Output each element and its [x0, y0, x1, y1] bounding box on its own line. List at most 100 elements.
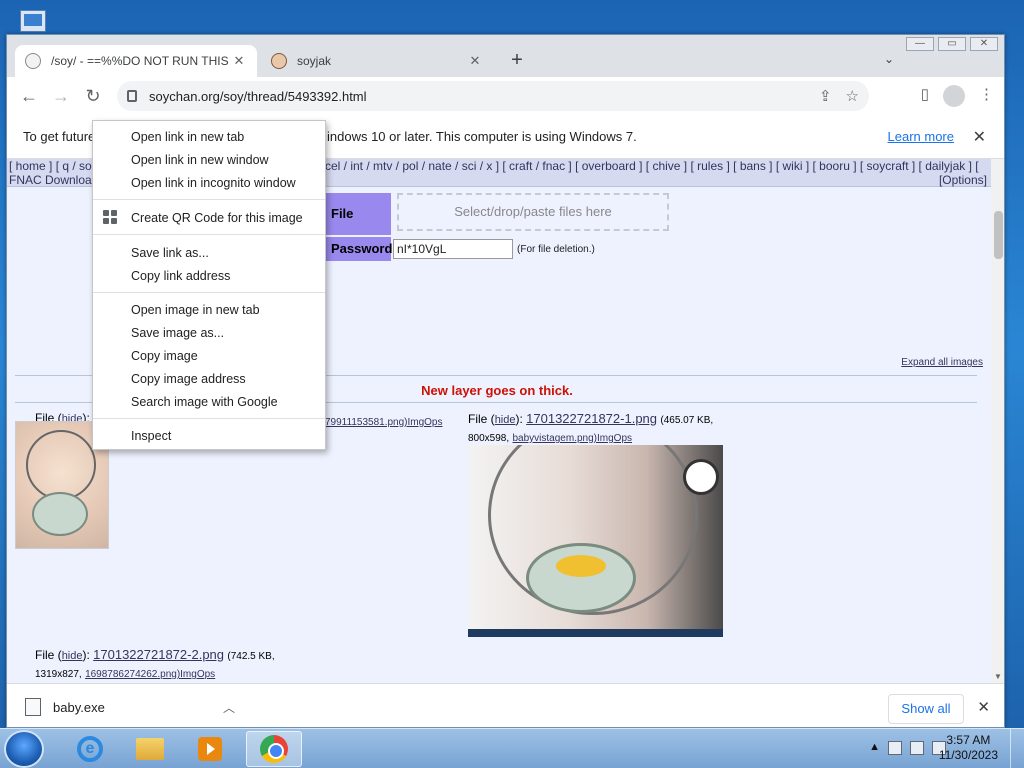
lock-icon[interactable] — [127, 90, 137, 102]
file-label: File — [325, 193, 391, 235]
internet-explorer-taskbar-button[interactable]: e — [62, 731, 118, 767]
new-tab-button[interactable]: + — [505, 49, 529, 73]
menu-open-link-new-window[interactable]: Open link in new window — [131, 150, 269, 170]
close-tab-icon[interactable]: ✕ — [467, 53, 483, 69]
close-infobar-icon[interactable]: ✕ — [973, 127, 986, 147]
menu-save-link-as[interactable]: Save link as... — [131, 243, 209, 263]
reload-icon[interactable]: ↻ — [81, 85, 105, 109]
password-label: Password — [325, 237, 392, 261]
file-name-link[interactable]: 1701322721872-2.png — [93, 647, 224, 662]
media-player-icon — [198, 737, 222, 761]
menu-copy-image[interactable]: Copy image — [131, 346, 198, 366]
tab-soy-thread[interactable]: /soy/ - ==%%DO NOT RUN THIS ✕ — [15, 45, 257, 77]
bookmark-star-icon[interactable]: ☆ — [846, 87, 859, 105]
menu-create-qr-code[interactable]: Create QR Code for this image — [131, 208, 303, 228]
show-desktop-button[interactable] — [1010, 729, 1024, 768]
minimize-button[interactable]: — — [906, 37, 934, 51]
download-item[interactable]: baby.exe ︿ — [17, 690, 247, 724]
infobar-text-left: To get future — [23, 129, 96, 144]
address-bar[interactable]: soychan.org/soy/thread/5493392.html ⇪ ☆ — [117, 81, 869, 111]
original-name-link[interactable]: 1698786274262.png)ImgOps — [85, 669, 215, 680]
url-text[interactable]: soychan.org/soy/thread/5493392.html — [149, 89, 367, 104]
menu-open-link-incognito[interactable]: Open link in incognito window — [131, 173, 296, 193]
file-prefix: File — [468, 412, 488, 426]
file-dropzone[interactable]: Select/drop/paste files here — [397, 193, 669, 231]
pacifier-drawing — [32, 492, 88, 536]
clock-date: 11/30/2023 — [938, 748, 998, 762]
infobar-text-right: indows 10 or later. This computer is usi… — [327, 129, 637, 144]
menu-separator — [93, 418, 325, 419]
file-icon — [25, 698, 41, 716]
page-scrollbar[interactable]: ▼ — [991, 159, 1004, 683]
pacifier-top-drawing — [556, 555, 606, 577]
options-link[interactable]: [Options] — [939, 173, 987, 187]
file-dimensions: 800x598, — [468, 433, 510, 444]
menu-separator — [93, 199, 325, 200]
network-icon[interactable] — [910, 741, 924, 755]
menu-open-link-new-tab[interactable]: Open link in new tab — [131, 127, 244, 147]
tab-soyjak[interactable]: soyjak ✕ — [261, 45, 493, 77]
back-arrow-icon[interactable]: ← — [17, 85, 41, 109]
tab-title: /soy/ - ==%%DO NOT RUN THIS — [51, 54, 229, 68]
post-file-info: File (hide): 1701322721872-2.png (742.5 … — [35, 647, 275, 680]
file-size: (742.5 KB, — [227, 651, 275, 662]
close-window-button[interactable]: ✕ — [970, 37, 998, 51]
share-icon[interactable]: ⇪ — [819, 87, 832, 105]
windows-taskbar: e ▲ 3:57 AM 11/30/2023 — [0, 728, 1024, 768]
chrome-icon — [260, 735, 288, 763]
password-hint: (For file deletion.) — [517, 244, 595, 255]
hide-link[interactable]: hide — [62, 650, 83, 662]
side-panel-icon[interactable]: ▯ — [921, 85, 929, 107]
chevron-up-icon[interactable]: ︿ — [223, 699, 235, 716]
hide-link[interactable]: hide — [495, 414, 516, 426]
menu-kebab-icon[interactable]: ⋮ — [979, 85, 994, 107]
pacifier-drawing — [526, 543, 636, 613]
tab-title: soyjak — [297, 54, 332, 68]
file-prefix: File — [35, 648, 55, 662]
learn-more-link[interactable]: Learn more — [888, 129, 954, 144]
explorer-taskbar-button[interactable] — [122, 731, 178, 767]
profile-avatar-icon[interactable] — [943, 85, 965, 107]
boardnav-links-right[interactable]: cel / int / mtv / pol / nate / sci / x ]… — [325, 159, 979, 173]
tab-search-chevron-icon[interactable]: ⌄ — [884, 52, 894, 66]
file-name-link[interactable]: 1701322721872-1.png — [526, 411, 657, 426]
internet-explorer-icon: e — [77, 736, 103, 762]
media-player-taskbar-button[interactable] — [182, 731, 238, 767]
mini-taskbar-drawing — [468, 629, 723, 637]
computer-screen-icon — [24, 14, 42, 26]
menu-search-image-google[interactable]: Search image with Google — [131, 392, 278, 412]
browser-toolbar: ← → ↻ soychan.org/soy/thread/5493392.htm… — [7, 77, 1004, 115]
clock-gadget-icon — [683, 459, 719, 495]
boardnav-links-left[interactable]: [ home ] [ q / soy — [9, 159, 98, 173]
menu-open-image-new-tab[interactable]: Open image in new tab — [131, 300, 260, 320]
original-name-link[interactable]: babyvistagem.png)ImgOps — [513, 433, 633, 444]
window-controls: — ▭ ✕ — [906, 37, 998, 51]
menu-save-image-as[interactable]: Save image as... — [131, 323, 224, 343]
file-dimensions: 1319x827, — [35, 669, 82, 680]
post-image-babyvista[interactable] — [468, 445, 723, 637]
soy-favicon-icon — [25, 53, 41, 69]
chrome-taskbar-button[interactable] — [246, 731, 302, 767]
menu-copy-image-address[interactable]: Copy image address — [131, 369, 246, 389]
imgops-link[interactable]: 79911153581.png)ImgOps — [325, 417, 443, 428]
password-input[interactable]: nI*10VgL — [393, 239, 513, 259]
start-button[interactable] — [4, 730, 44, 768]
download-filename: baby.exe — [53, 699, 105, 715]
show-all-button[interactable]: Show all — [888, 694, 964, 724]
expand-all-images-link[interactable]: Expand all images — [901, 357, 983, 368]
menu-separator — [93, 234, 325, 235]
menu-copy-link-address[interactable]: Copy link address — [131, 266, 230, 286]
close-tab-icon[interactable]: ✕ — [231, 53, 247, 69]
menu-inspect[interactable]: Inspect — [131, 426, 171, 446]
post-file-info: File (hide): 1701322721872-1.png (465.07… — [468, 411, 714, 444]
scrollbar-thumb[interactable] — [994, 211, 1003, 259]
close-download-bar-icon[interactable]: ✕ — [977, 698, 990, 716]
forward-arrow-icon[interactable]: → — [49, 85, 73, 109]
scroll-down-arrow-icon[interactable]: ▼ — [994, 672, 1002, 681]
maximize-button[interactable]: ▭ — [938, 37, 966, 51]
fnac-download-link[interactable]: FNAC Downloa — [9, 173, 92, 187]
show-hidden-icons-icon[interactable]: ▲ — [869, 741, 880, 755]
taskbar-clock[interactable]: 3:57 AM 11/30/2023 — [939, 733, 998, 763]
action-center-icon[interactable] — [888, 741, 902, 755]
desktop-computer-icon[interactable] — [14, 6, 62, 36]
